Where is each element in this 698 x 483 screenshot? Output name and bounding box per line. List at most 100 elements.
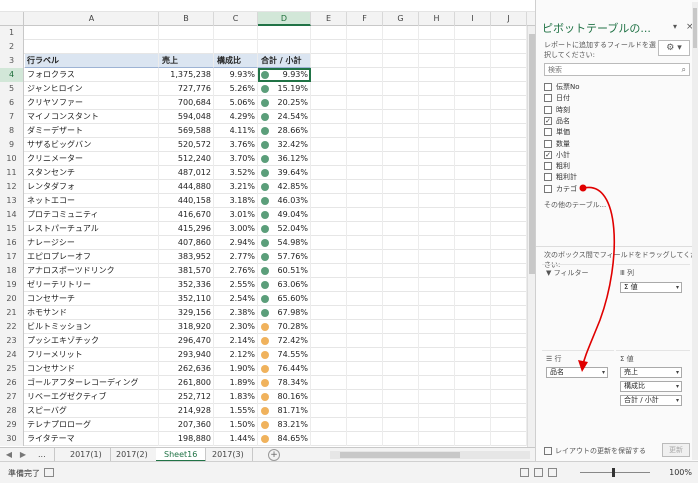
row-number[interactable]: 14 [0, 208, 24, 222]
cell[interactable] [311, 362, 347, 376]
cumulative-cell[interactable]: 54.98% [258, 236, 311, 250]
cell[interactable] [383, 54, 419, 68]
sales-cell[interactable]: 352,336 [159, 278, 214, 292]
cell[interactable] [347, 250, 383, 264]
column-header-f[interactable]: F [347, 12, 383, 26]
cell[interactable] [491, 180, 527, 194]
cell[interactable] [455, 390, 491, 404]
cumulative-cell[interactable]: 76.44% [258, 362, 311, 376]
cell[interactable] [419, 236, 455, 250]
cell[interactable] [419, 124, 455, 138]
sales-cell[interactable]: 381,570 [159, 264, 214, 278]
product-name-cell[interactable] [25, 26, 159, 40]
cell[interactable] [383, 278, 419, 292]
cell[interactable] [455, 376, 491, 390]
cell[interactable] [491, 138, 527, 152]
cell[interactable] [347, 334, 383, 348]
ratio-cell[interactable]: 1.55% [214, 404, 258, 418]
sheet-tab[interactable]: 2017(3) [204, 448, 253, 462]
ratio-cell[interactable]: 2.14% [214, 334, 258, 348]
more-tables-link[interactable]: その他のテーブル... [544, 200, 606, 210]
checkbox[interactable] [544, 173, 552, 182]
cell[interactable] [311, 390, 347, 404]
row-number[interactable]: 30 [0, 432, 24, 446]
zoom-level[interactable]: 100% [669, 468, 692, 477]
sales-cell[interactable]: 207,360 [159, 418, 214, 432]
ratio-cell[interactable]: 9.93% [214, 68, 258, 82]
tab-prev-icon[interactable]: ◀ [2, 448, 16, 462]
ratio-cell[interactable]: 2.12% [214, 348, 258, 362]
cell[interactable] [419, 222, 455, 236]
field-item[interactable]: 単価 [544, 127, 570, 138]
row-number[interactable]: 26 [0, 376, 24, 390]
ratio-cell[interactable]: 3.21% [214, 180, 258, 194]
field-item[interactable]: ✓ 品名 [544, 116, 570, 127]
product-name-cell[interactable]: マイノコンスタント [25, 110, 159, 124]
checked-checkbox[interactable]: ✓ [544, 150, 552, 159]
cell[interactable] [383, 138, 419, 152]
cell[interactable] [491, 152, 527, 166]
ratio-cell[interactable]: 3.70% [214, 152, 258, 166]
field-item[interactable]: 日付 [544, 93, 570, 104]
product-name-cell[interactable]: フリーメリット [25, 348, 159, 362]
row-number[interactable]: 2 [0, 40, 24, 54]
checkbox[interactable] [544, 105, 552, 114]
column-header-h[interactable]: H [419, 12, 455, 26]
product-name-cell[interactable]: スタンセンチ [25, 166, 159, 180]
row-number[interactable]: 15 [0, 222, 24, 236]
cumulative-cell[interactable]: 80.16% [258, 390, 311, 404]
column-header-a[interactable]: A [25, 12, 159, 26]
ratio-cell[interactable]: 1.50% [214, 418, 258, 432]
row-number[interactable]: 3 [0, 54, 24, 68]
cell[interactable] [347, 40, 383, 54]
row-number[interactable]: 5 [0, 82, 24, 96]
cell[interactable] [347, 82, 383, 96]
cell[interactable] [383, 152, 419, 166]
row-number[interactable]: 23 [0, 334, 24, 348]
sales-cell[interactable]: 594,048 [159, 110, 214, 124]
cell[interactable] [491, 432, 527, 446]
sales-cell[interactable]: 407,860 [159, 236, 214, 250]
cell[interactable] [383, 390, 419, 404]
column-header-j[interactable]: J [491, 12, 527, 26]
cell[interactable] [311, 166, 347, 180]
cumulative-cell[interactable]: 32.42% [258, 138, 311, 152]
cell[interactable] [347, 26, 383, 40]
worksheet[interactable]: ABCDEFGHIJ 1 2 3 行ラベル 売上 構成比 合計 / 小計 4 フォロクラス 1,3… [0, 0, 535, 461]
cell[interactable] [383, 236, 419, 250]
sales-cell[interactable]: 383,952 [159, 250, 214, 264]
sales-cell[interactable] [159, 40, 214, 54]
cell[interactable] [347, 348, 383, 362]
checkbox[interactable] [544, 83, 552, 91]
product-name-cell[interactable]: コンセサーチ [25, 292, 159, 306]
field-item[interactable]: 伝票No [544, 82, 580, 93]
cell[interactable] [311, 404, 347, 418]
cell[interactable] [383, 250, 419, 264]
cell[interactable] [491, 376, 527, 390]
ratio-header[interactable]: 構成比 [214, 54, 258, 68]
cell[interactable] [455, 194, 491, 208]
cell[interactable] [419, 404, 455, 418]
row-number[interactable]: 4 [0, 68, 24, 82]
cell[interactable] [491, 194, 527, 208]
cell[interactable] [311, 306, 347, 320]
cell[interactable] [419, 390, 455, 404]
ratio-cell[interactable]: 2.30% [214, 320, 258, 334]
cell[interactable] [311, 40, 347, 54]
cell[interactable] [383, 376, 419, 390]
sales-cell[interactable]: 198,880 [159, 432, 214, 446]
row-number[interactable]: 21 [0, 306, 24, 320]
product-name-cell[interactable]: テレナプロローグ [25, 418, 159, 432]
cumulative-cell[interactable]: 84.65% [258, 432, 311, 446]
cell[interactable] [491, 54, 527, 68]
cumulative-cell[interactable]: 67.98% [258, 306, 311, 320]
cell[interactable] [383, 306, 419, 320]
cell[interactable] [347, 320, 383, 334]
ratio-cell[interactable] [214, 26, 258, 40]
cell[interactable] [455, 138, 491, 152]
row-number[interactable]: 19 [0, 278, 24, 292]
row-label-header[interactable]: 行ラベル [25, 54, 159, 68]
cell[interactable] [455, 54, 491, 68]
cell[interactable] [347, 432, 383, 446]
cell[interactable] [491, 264, 527, 278]
